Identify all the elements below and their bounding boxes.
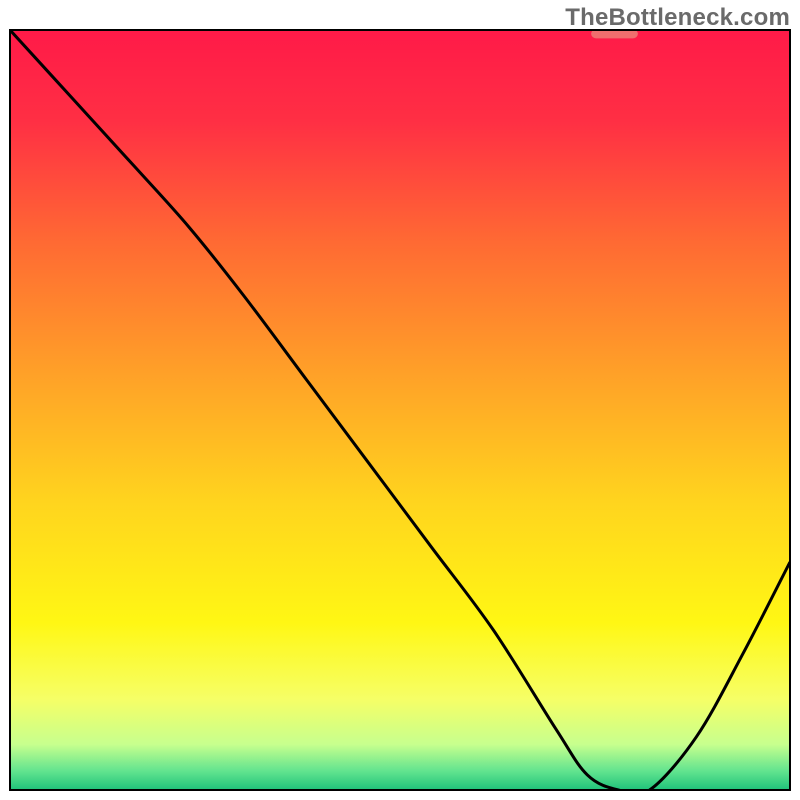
watermark-text: TheBottleneck.com [565, 4, 790, 32]
gradient-background [10, 30, 790, 790]
bottleneck-chart [0, 0, 800, 800]
chart-stage: TheBottleneck.com [0, 0, 800, 800]
